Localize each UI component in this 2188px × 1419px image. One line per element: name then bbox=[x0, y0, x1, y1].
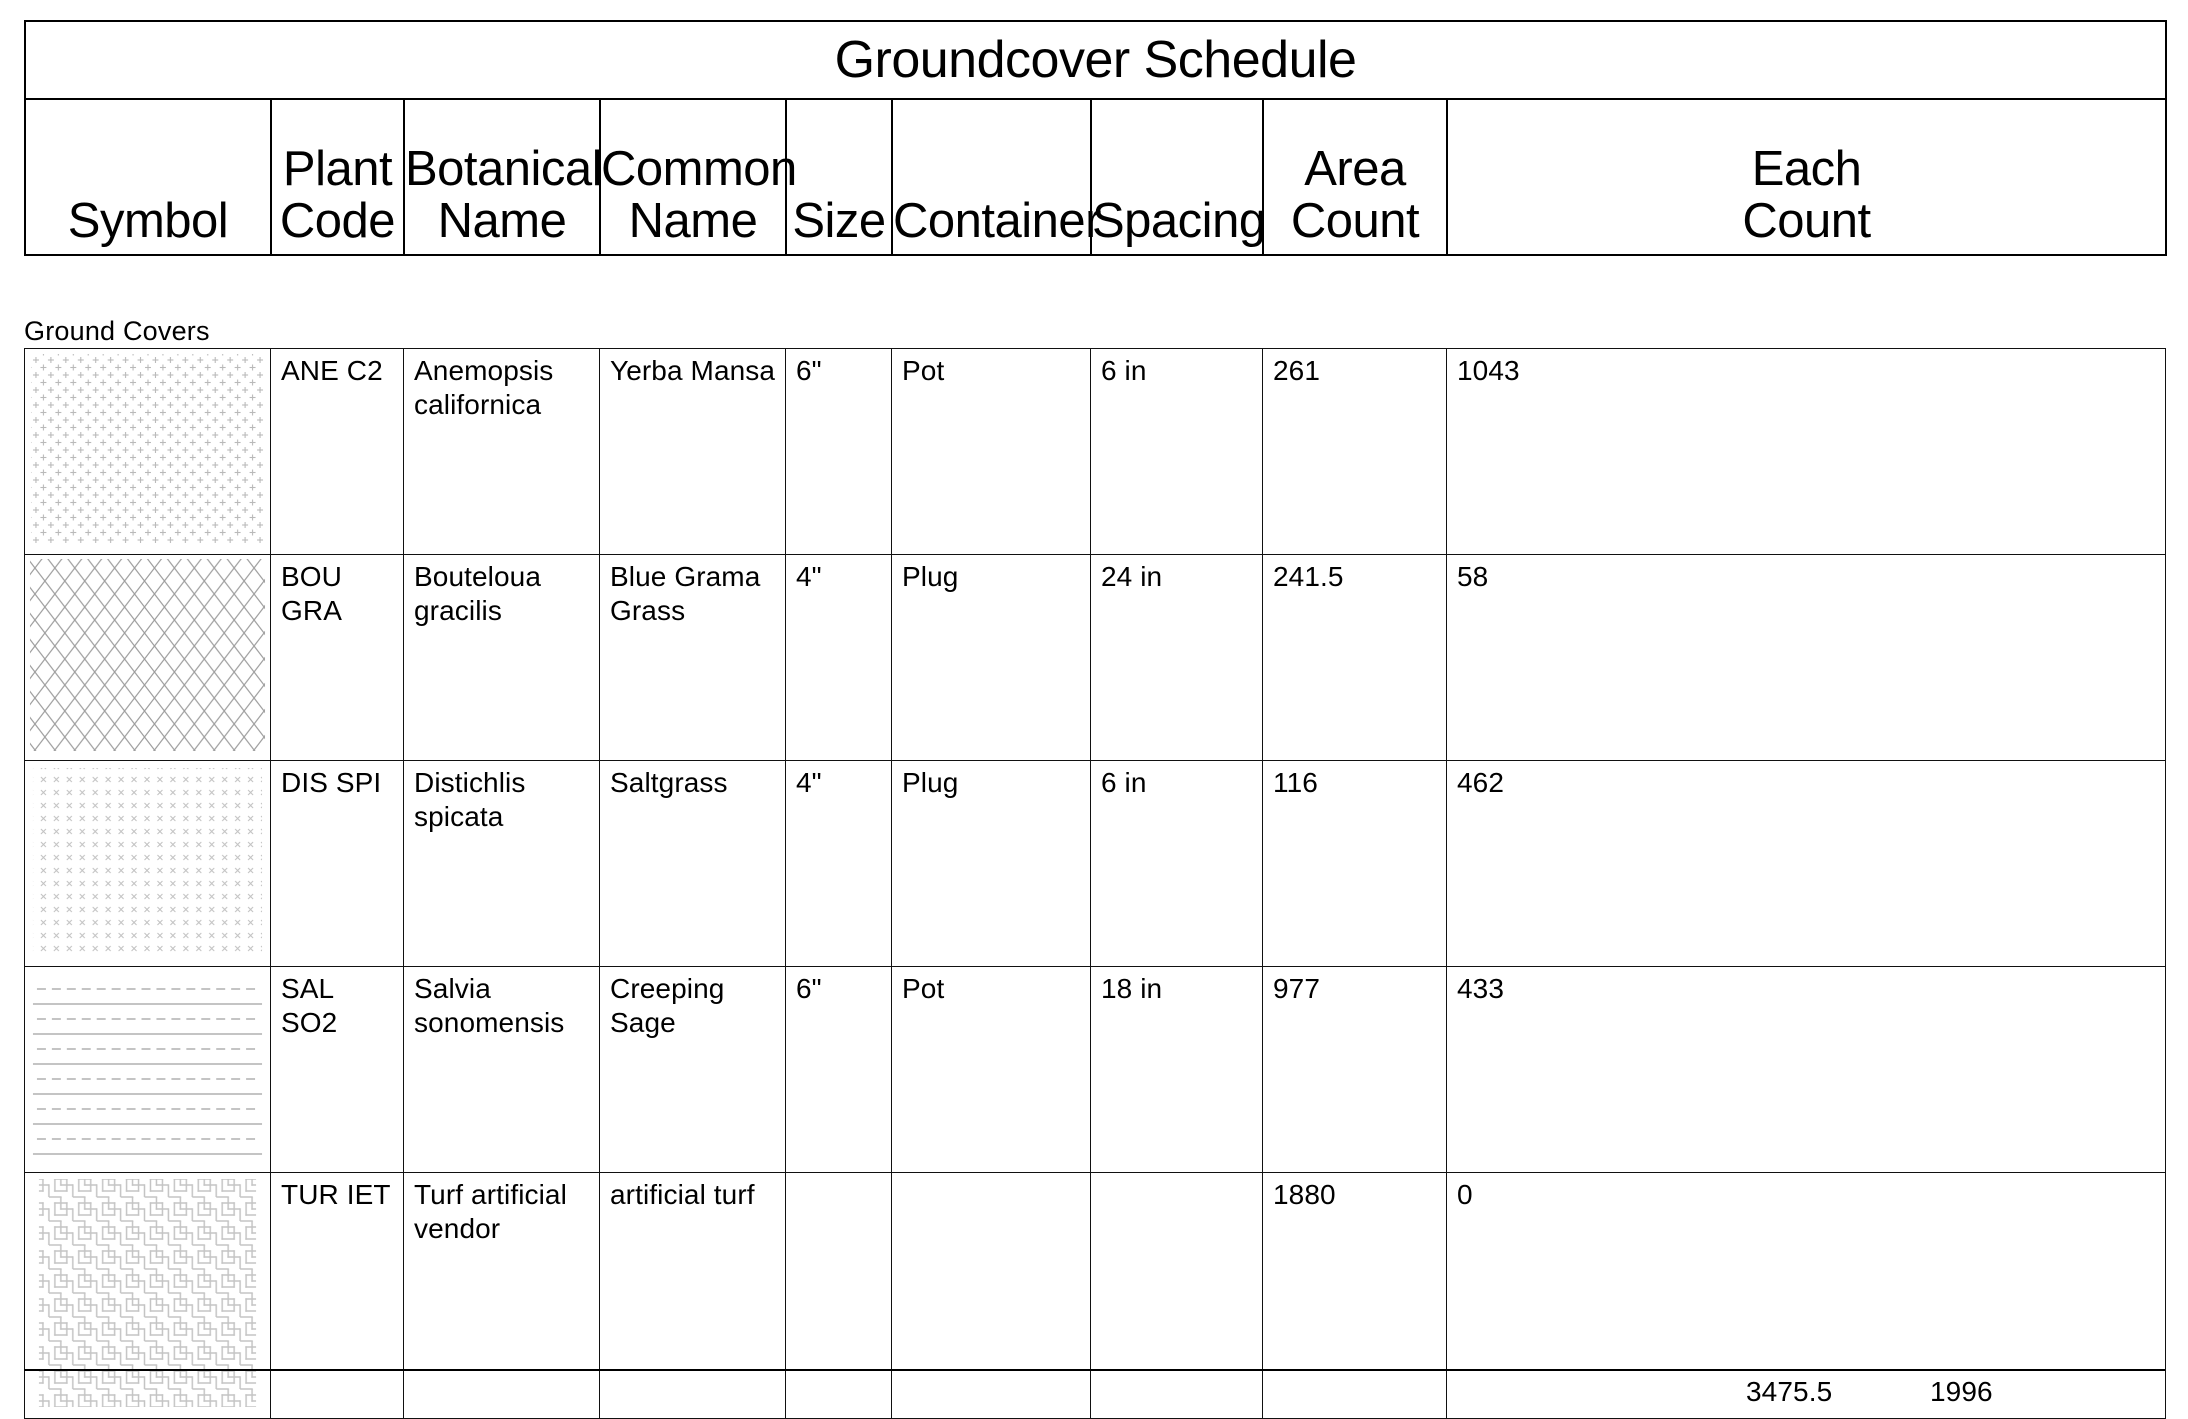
plus-hatch-icon bbox=[25, 349, 270, 549]
column-header-plant-code: Plant Code bbox=[270, 98, 405, 256]
column-header-size-line-1: Size bbox=[792, 194, 886, 249]
title-row: Groundcover Schedule bbox=[23, 20, 2168, 100]
column-header-symbol-line-1: Symbol bbox=[67, 194, 229, 249]
cell-common-name: Saltgrass bbox=[599, 760, 786, 967]
cell-botanical-name: Distichlis spicata bbox=[403, 760, 600, 967]
total-area-count: 3475.5 bbox=[1746, 1376, 1833, 1407]
column-header-common-name-line-1: Common bbox=[601, 142, 797, 197]
column-header-spacing-line-1: Spacing bbox=[1092, 194, 1266, 249]
column-header-botanical-name: Botanical Name bbox=[403, 98, 603, 256]
horizontal-line-hatch-icon bbox=[25, 967, 270, 1167]
cell-plant-code: DIS SPI bbox=[270, 760, 404, 967]
cell-common-name: Blue Grama Grass bbox=[599, 554, 786, 761]
cell-spacing: 6 in bbox=[1090, 760, 1263, 967]
x-mark-hatch-icon bbox=[25, 761, 270, 961]
cell-size: 6" bbox=[785, 966, 892, 1173]
column-header-area-count-line-1: Area bbox=[1304, 142, 1406, 197]
cell-size bbox=[785, 1172, 892, 1419]
column-header-common-name-line-2: Name bbox=[628, 194, 758, 249]
table-bottom-rule bbox=[24, 1369, 2165, 1371]
column-header-spacing: Spacing bbox=[1090, 98, 1266, 256]
crosshatch-diamond-icon bbox=[25, 555, 270, 755]
column-header-each-count: Each Count bbox=[1445, 98, 2168, 256]
herringbone-icon bbox=[25, 1173, 270, 1413]
column-header-plant-code-line-1: Plant bbox=[282, 142, 393, 197]
table-row: DIS SPI Distichlis spicata Saltgrass 4" … bbox=[24, 760, 2166, 967]
cell-botanical-name: Salvia sonomensis bbox=[403, 966, 600, 1173]
cell-area-count: 241.5 bbox=[1262, 554, 1447, 761]
cell-container bbox=[891, 1172, 1091, 1419]
symbol-swatch-horizontal-dashed-solid-lines-icon bbox=[24, 966, 271, 1173]
page-title: Groundcover Schedule bbox=[23, 20, 2168, 100]
cell-each-count: 1043 bbox=[1446, 348, 2166, 555]
cell-container: Plug bbox=[891, 554, 1091, 761]
cell-common-name: Yerba Mansa bbox=[599, 348, 786, 555]
cell-container: Pot bbox=[891, 966, 1091, 1173]
column-header-area-count: Area Count bbox=[1262, 98, 1448, 256]
cell-plant-code: ANE C2 bbox=[270, 348, 404, 555]
cell-spacing: 18 in bbox=[1090, 966, 1263, 1173]
cell-botanical-name: Turf artificial vendor bbox=[403, 1172, 600, 1419]
cell-each-count: 433 bbox=[1446, 966, 2166, 1173]
cell-area-count: 977 bbox=[1262, 966, 1447, 1173]
cell-size: 4" bbox=[785, 760, 892, 967]
cell-container: Pot bbox=[891, 348, 1091, 555]
cell-size: 4" bbox=[785, 554, 892, 761]
cell-plant-code: SAL SO2 bbox=[270, 966, 404, 1173]
cell-common-name: Creeping Sage bbox=[599, 966, 786, 1173]
column-header-size: Size bbox=[785, 98, 893, 256]
cell-spacing: 24 in bbox=[1090, 554, 1263, 761]
column-header-botanical-name-line-2: Name bbox=[437, 194, 567, 249]
total-each-count: 1996 bbox=[1930, 1376, 1993, 1407]
column-header-container-line-1: Container bbox=[893, 194, 1101, 249]
schedule-header-table: Groundcover Schedule Symbol Plant Code B… bbox=[23, 20, 2168, 256]
cell-container: Plug bbox=[891, 760, 1091, 967]
column-header-botanical-name-line-1: Botanical bbox=[405, 142, 603, 197]
symbol-swatch-x-mark-grid-hatch-icon bbox=[24, 760, 271, 967]
table-row: BOU GRA Bouteloua gracilis Blue Grama Gr… bbox=[24, 554, 2166, 761]
cell-spacing: 6 in bbox=[1090, 348, 1263, 555]
group-label: Ground Covers bbox=[24, 316, 210, 346]
table-row: TUR IET Turf artificial vendor artificia… bbox=[24, 1172, 2166, 1419]
symbol-swatch-plus-dot-grid-hatch-icon bbox=[24, 348, 271, 555]
cell-area-count: 116 bbox=[1262, 760, 1447, 967]
cell-common-name: artificial turf bbox=[599, 1172, 786, 1419]
column-header-plant-code-line-2: Code bbox=[279, 194, 396, 249]
cell-each-count: 58 bbox=[1446, 554, 2166, 761]
cell-spacing bbox=[1090, 1172, 1263, 1419]
cell-area-count: 261 bbox=[1262, 348, 1447, 555]
table-row: ANE C2 Anemopsis californica Yerba Mansa… bbox=[24, 348, 2166, 555]
cell-botanical-name: Anemopsis californica bbox=[403, 348, 600, 555]
cell-plant-code: BOU GRA bbox=[270, 554, 404, 761]
table-row: SAL SO2 Salvia sonomensis Creeping Sage … bbox=[24, 966, 2166, 1173]
cell-size: 6" bbox=[785, 348, 892, 555]
column-header-each-count-line-1: Each bbox=[1751, 142, 1862, 197]
cell-area-count: 1880 bbox=[1262, 1172, 1447, 1419]
schedule-body-table: ANE C2 Anemopsis californica Yerba Mansa… bbox=[24, 348, 2166, 1419]
column-header-symbol: Symbol bbox=[24, 98, 272, 256]
column-header-each-count-line-2: Count bbox=[1742, 194, 1871, 249]
column-header-area-count-line-2: Count bbox=[1290, 194, 1420, 249]
symbol-swatch-herringbone-basketweave-icon bbox=[24, 1172, 271, 1419]
cell-botanical-name: Bouteloua gracilis bbox=[403, 554, 600, 761]
cell-each-count: 462 bbox=[1446, 760, 2166, 967]
column-header-container: Container bbox=[891, 98, 1101, 256]
column-header-common-name: Common Name bbox=[599, 98, 797, 256]
symbol-swatch-diagonal-crosshatch-diamond-icon bbox=[24, 554, 271, 761]
column-header-row: Symbol Plant Code Botanical Name Common … bbox=[24, 98, 2168, 256]
cell-plant-code: TUR IET bbox=[270, 1172, 404, 1419]
